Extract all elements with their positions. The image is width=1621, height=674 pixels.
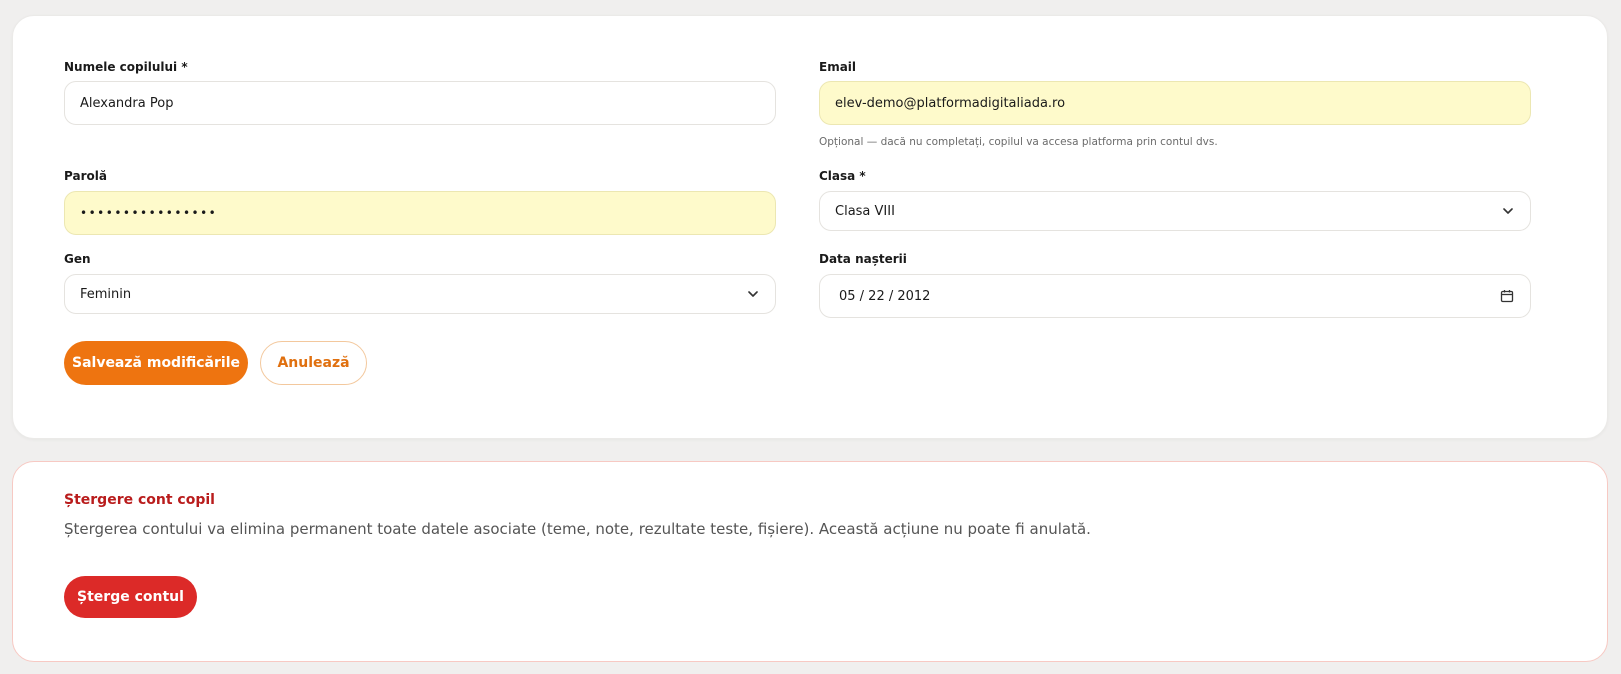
email-value: elev-demo@platformadigitaliada.ro xyxy=(835,95,1066,111)
email-label: Email xyxy=(819,60,857,74)
child-name-input[interactable]: Alexandra Pop xyxy=(64,81,776,125)
password-input[interactable]: •••••••••••••••• xyxy=(64,191,776,235)
gender-select[interactable]: Feminin xyxy=(64,274,776,314)
email-input[interactable]: elev-demo@platformadigitaliada.ro xyxy=(819,81,1531,125)
chevron-down-icon xyxy=(1501,204,1515,218)
birth-date-label: Data nașterii xyxy=(819,252,907,266)
password-label: Parolă xyxy=(64,169,107,183)
gender-label: Gen xyxy=(64,252,91,266)
cancel-button[interactable]: Anulează xyxy=(260,341,367,385)
delete-account-title: Ștergere cont copil xyxy=(64,492,215,508)
email-hint: Opțional — dacă nu completați, copilul v… xyxy=(819,136,1218,148)
child-name-label: Numele copilului * xyxy=(64,60,188,74)
delete-account-description: Ștergerea contului va elimina permanent … xyxy=(64,520,1091,538)
chevron-down-icon xyxy=(746,287,760,301)
birth-date-input[interactable]: 05 / 22 / 2012 xyxy=(819,274,1531,318)
class-select[interactable]: Clasa VIII xyxy=(819,191,1531,231)
class-value: Clasa VIII xyxy=(835,203,895,219)
password-value: •••••••••••••••• xyxy=(80,206,218,220)
delete-account-button[interactable]: Șterge contul xyxy=(64,576,197,618)
calendar-icon[interactable] xyxy=(1499,288,1515,304)
class-label: Clasa * xyxy=(819,169,866,183)
child-name-value: Alexandra Pop xyxy=(80,95,174,111)
gender-value: Feminin xyxy=(80,286,132,302)
delete-account-card: Ștergere cont copil Ștergerea contului v… xyxy=(12,461,1608,662)
edit-child-form-card: Numele copilului * Alexandra Pop Email e… xyxy=(12,15,1608,439)
birth-date-value: 05 / 22 / 2012 xyxy=(839,288,931,304)
save-button[interactable]: Salvează modificările xyxy=(64,341,248,385)
